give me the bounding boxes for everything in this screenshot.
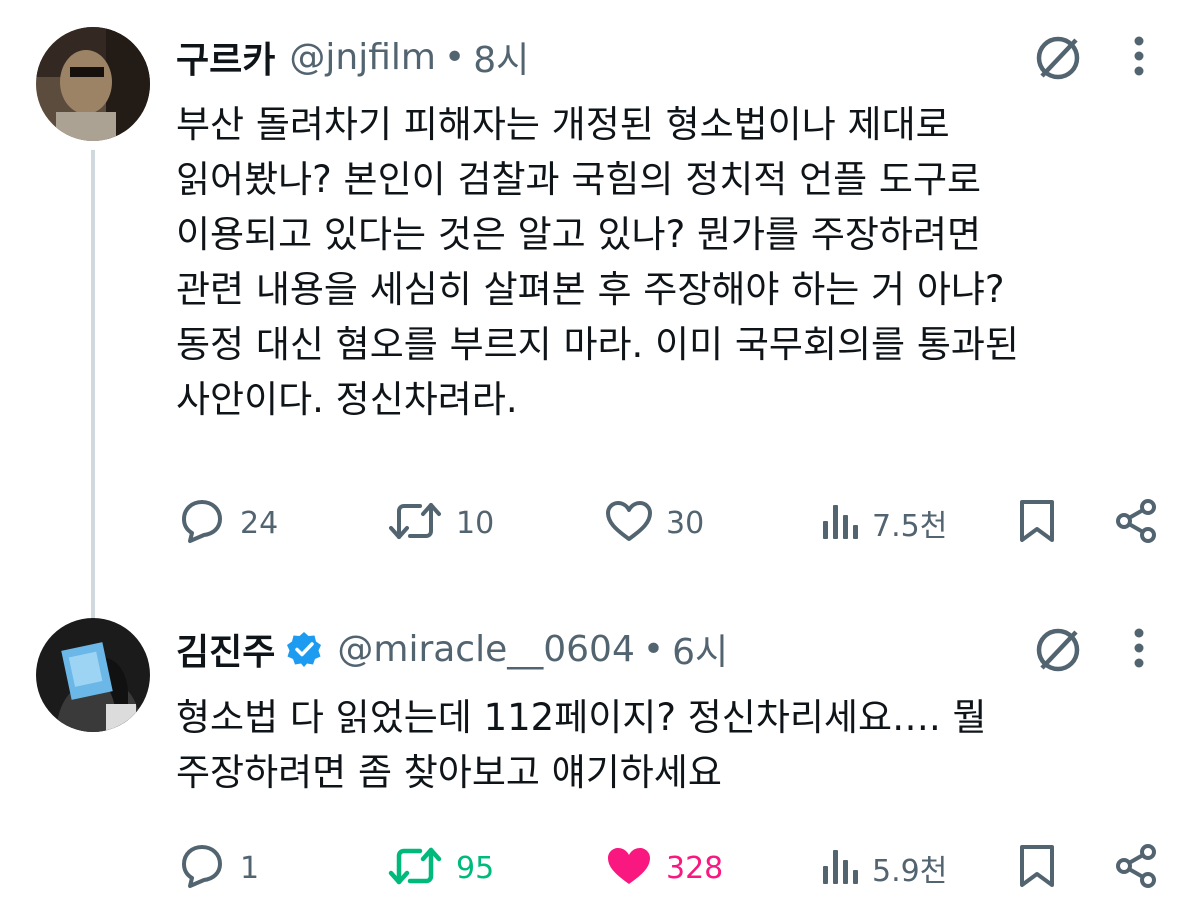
retweet-icon [386, 499, 444, 547]
more-icon[interactable] [1132, 36, 1146, 80]
display-name[interactable]: 구르카 [176, 31, 275, 83]
user-handle[interactable]: @jnjfilm [289, 37, 436, 78]
timestamp[interactable]: 6시 [672, 623, 728, 675]
bookmark-button[interactable] [1018, 498, 1056, 548]
tweet-text: 형소법 다 읽었는데 112페이지? 정신차리세요…. 뭘 주장하려면 좀 찾아… [176, 696, 987, 794]
reply-count: 24 [240, 505, 279, 541]
grok-icon[interactable] [1032, 624, 1084, 680]
action-bar: 1 95 328 5.9천 [0, 843, 1200, 893]
reply-icon [176, 843, 228, 893]
views-icon [820, 501, 860, 545]
tweet-text: 부산 돌려차기 피해자는 개정된 형소법이나 제대로 읽어봤나? 본인이 검찰과… [176, 103, 1019, 421]
view-count: 7.5천 [872, 509, 948, 544]
separator-dot: • [642, 628, 665, 670]
bookmark-icon [1018, 498, 1056, 548]
share-button[interactable] [1112, 843, 1160, 893]
avatar[interactable] [36, 27, 150, 141]
tweet-header: 구르카 @jnjfilm • 8시 [176, 32, 529, 82]
share-button[interactable] [1112, 498, 1160, 548]
like-button[interactable]: 30 [604, 498, 704, 548]
view-count: 5.9천 [872, 854, 948, 889]
reply-icon [176, 498, 228, 548]
reply-button[interactable]: 24 [176, 498, 278, 548]
display-name[interactable]: 김진주 [176, 623, 275, 675]
bookmark-icon [1018, 843, 1056, 893]
retweet-count: 10 [456, 505, 495, 541]
verified-badge-icon [285, 630, 323, 668]
separator-dot: • [443, 36, 466, 78]
reply-button[interactable]: 1 [176, 843, 259, 893]
retweet-count: 95 [456, 850, 495, 886]
like-button[interactable]: 328 [604, 843, 723, 893]
user-handle[interactable]: @miracle__0604 [337, 629, 635, 670]
tweet-header: 김진주 @miracle__0604 • 6시 [176, 624, 728, 674]
views-button[interactable]: 5.9천 [820, 843, 947, 893]
like-count: 328 [666, 850, 724, 886]
like-count: 30 [666, 505, 705, 541]
views-icon [820, 846, 860, 890]
grok-icon[interactable] [1032, 32, 1084, 88]
thread-connector-line [91, 150, 95, 625]
retweet-button[interactable]: 10 [386, 498, 494, 548]
retweet-button[interactable]: 95 [386, 843, 494, 893]
reply-count: 1 [240, 850, 260, 886]
retweet-icon [386, 844, 444, 892]
share-icon [1112, 497, 1160, 549]
like-icon [604, 499, 654, 547]
timestamp[interactable]: 8시 [473, 31, 529, 83]
like-icon [604, 844, 654, 892]
action-bar: 24 10 30 7.5천 [0, 498, 1200, 548]
share-icon [1112, 842, 1160, 894]
avatar[interactable] [36, 618, 150, 732]
bookmark-button[interactable] [1018, 843, 1056, 893]
more-icon[interactable] [1132, 628, 1146, 672]
views-button[interactable]: 7.5천 [820, 498, 947, 548]
